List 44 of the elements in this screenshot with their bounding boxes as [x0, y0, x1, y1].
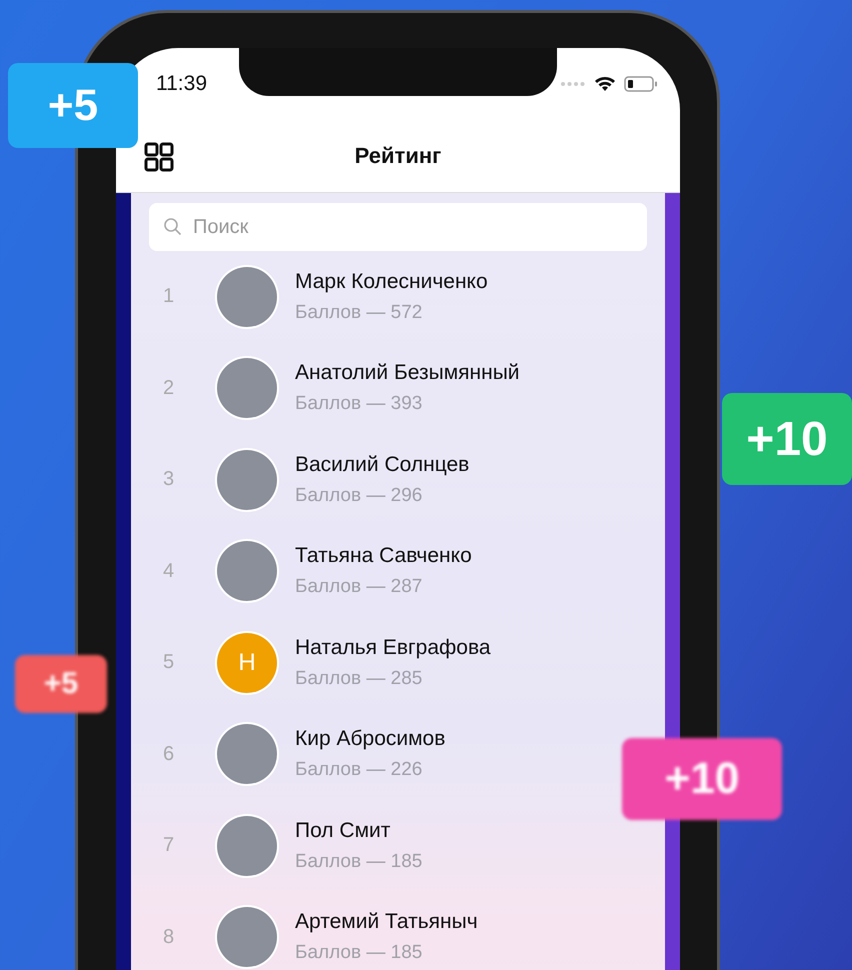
points-badge: +10 [622, 738, 782, 820]
points-badge: +5 [15, 655, 107, 713]
user-score: Баллов — 226 [295, 759, 424, 782]
search-field[interactable]: Поиск [149, 203, 647, 251]
rank-number: 2 [162, 376, 176, 400]
grid-menu-icon[interactable] [144, 142, 174, 172]
user-name: Марк Колесниченко [295, 270, 488, 294]
avatar-photo-placeholder [217, 266, 277, 327]
user-score: Баллов — 287 [295, 576, 424, 598]
rank-number: 3 [162, 468, 176, 492]
avatar-photo-placeholder [217, 541, 277, 602]
points-badge: +5 [8, 63, 138, 148]
search-icon [163, 217, 183, 237]
rank-number: 8 [162, 926, 176, 949]
user-name: Василий Солнцев [295, 452, 470, 477]
user-name: Кир Абросимов [295, 727, 446, 752]
wifi-icon [594, 76, 616, 92]
screen-title: Рейтинг [354, 143, 442, 169]
avatar-photo-placeholder [217, 724, 277, 784]
user-score: Баллов — 296 [295, 484, 424, 507]
user-name: Татьяна Савченко [295, 544, 472, 568]
rank-number: 1 [162, 285, 176, 308]
user-score: Баллов — 285 [295, 668, 424, 690]
avatar-letter: Н [217, 632, 277, 693]
avatar-photo-placeholder [217, 907, 277, 968]
points-badge: +10 [722, 393, 852, 485]
battery-icon [624, 76, 658, 92]
user-name: Анатолий Безымянный [295, 361, 520, 386]
rank-number: 4 [162, 560, 176, 583]
rank-number: 6 [162, 742, 176, 766]
rank-number: 5 [162, 651, 176, 674]
avatar-photo-placeholder [217, 358, 277, 418]
avatar-photo-placeholder [217, 816, 277, 876]
user-name: Пол Смит [295, 818, 392, 843]
status-time: 11:39 [156, 72, 207, 96]
user-score: Баллов — 393 [295, 393, 424, 416]
user-score: Баллов — 185 [295, 850, 422, 873]
user-name: Артемий Татьяныч [295, 910, 478, 934]
signal-icon [560, 81, 586, 87]
user-name: Наталья Евграфова [295, 636, 491, 660]
rank-number: 7 [162, 834, 176, 858]
user-score: Баллов — 572 [295, 302, 424, 324]
avatar-photo-placeholder [217, 450, 277, 510]
user-score: Баллов — 185 [295, 942, 424, 964]
